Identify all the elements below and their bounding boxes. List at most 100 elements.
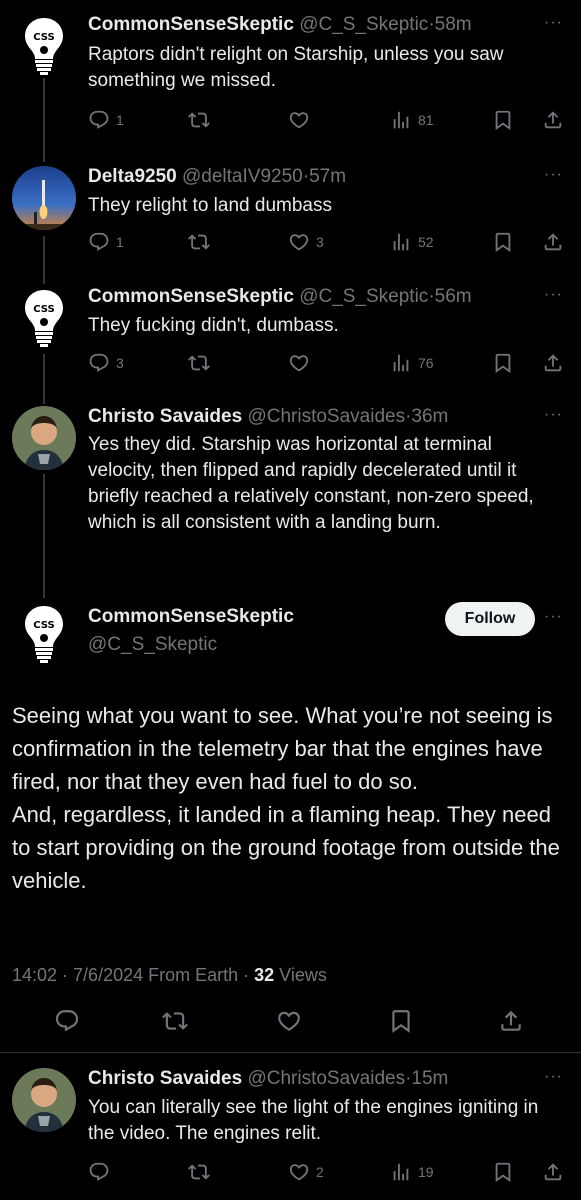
like-icon [288,231,310,253]
author-name[interactable]: CommonSenseSkeptic [88,604,294,630]
bookmark-button[interactable] [492,351,514,375]
reply-button[interactable]: 3 [88,351,124,375]
bookmark-button[interactable] [492,108,514,132]
bookmark-icon [492,352,514,374]
timestamp[interactable]: 15m [411,1068,448,1089]
tweet-header: Christo Savaides @ChristoSavaides·36m [88,404,448,430]
views-icon [390,352,412,374]
author-handle[interactable]: @C_S_Skeptic [299,14,428,35]
author-name[interactable]: CommonSenseSkeptic [88,286,294,307]
tweet-text: They relight to land dumbass [88,195,332,216]
bookmark-icon [492,1161,514,1183]
author-handle[interactable]: @deltaIV9250 [182,166,303,187]
tweet-text: You can literally see the light of the e… [88,1097,539,1144]
author-name[interactable]: Delta9250 [88,166,177,187]
more-options-icon[interactable]: ··· [544,166,563,184]
views-count: 52 [418,234,434,250]
like-button[interactable]: 2 [288,1160,324,1184]
reply-button[interactable] [54,1009,80,1033]
tweet-actions: 1 3 52 [88,230,568,254]
views-button[interactable]: 19 [390,1160,434,1184]
tweet-meta: 14:02 · 7/6/2024 From Earth · 32 Views [12,965,327,986]
like-icon [276,1008,302,1034]
tweet[interactable]: CommonSenseSkeptic @C_S_Skeptic·56m ··· … [0,284,581,384]
tweet-actions: 2 19 [88,1160,568,1184]
reply-button[interactable] [88,1160,116,1184]
share-icon [542,352,564,374]
retweet-button[interactable] [188,1160,210,1184]
like-button[interactable] [288,108,316,132]
avatar[interactable] [12,1068,76,1132]
reply-button[interactable]: 1 [88,108,124,132]
views-count: 76 [418,355,434,371]
tweet-text: They fucking didn't, dumbass. [88,315,339,336]
author-handle[interactable]: @ChristoSavaides [247,406,405,427]
share-button[interactable] [542,351,564,375]
like-button[interactable]: 3 [288,230,324,254]
views-count: 19 [418,1164,434,1180]
timestamp[interactable]: 56m [435,286,472,307]
avatar[interactable] [12,166,76,230]
views-button[interactable]: 81 [390,108,434,132]
retweet-button[interactable] [188,108,210,132]
views-button[interactable]: 76 [390,351,434,375]
tweet-text: Yes they did. Starship was horizontal at… [88,434,534,533]
avatar[interactable] [12,406,76,470]
views-count: 32 [254,965,275,985]
more-options-icon[interactable]: ··· [544,286,563,304]
tweet[interactable]: Christo Savaides @ChristoSavaides·15m ··… [0,1066,581,1200]
bookmark-button[interactable] [492,230,514,254]
reply-icon [54,1008,80,1034]
more-options-icon[interactable]: ··· [544,608,563,626]
reply-button[interactable]: 1 [88,230,124,254]
like-icon [288,109,310,131]
share-button[interactable] [498,1009,524,1033]
timestamp[interactable]: 58m [435,14,472,35]
tweet-header: Christo Savaides @ChristoSavaides·15m [88,1066,448,1092]
reply-count: 1 [116,234,124,250]
author-handle[interactable]: @C_S_Skeptic [88,632,217,658]
views-button[interactable]: 52 [390,230,434,254]
bookmark-icon [492,109,514,131]
tweet[interactable]: Delta9250 @deltaIV9250·57m ··· They reli… [0,164,581,264]
bookmark-button[interactable] [492,1160,514,1184]
like-button[interactable] [276,1009,302,1033]
tweet-text: Seeing what you want to see. What you’re… [12,699,572,897]
share-icon [542,109,564,131]
like-button[interactable] [288,351,316,375]
share-button[interactable] [542,1160,564,1184]
tweet[interactable]: Christo Savaides @ChristoSavaides·36m ··… [0,404,581,584]
author-name[interactable]: CommonSenseSkeptic [88,14,294,35]
views-icon [390,1161,412,1183]
share-button[interactable] [542,230,564,254]
author-name[interactable]: Christo Savaides [88,406,242,427]
retweet-button[interactable] [188,351,210,375]
avatar[interactable] [12,284,76,348]
author-handle[interactable]: @ChristoSavaides [247,1068,405,1089]
author-handle[interactable]: @C_S_Skeptic [299,286,428,307]
avatar[interactable] [12,12,76,76]
timestamp[interactable]: 36m [411,406,448,427]
views-label: Views [274,965,327,985]
more-options-icon[interactable]: ··· [544,14,563,32]
author-name[interactable]: Christo Savaides [88,1068,242,1089]
reply-icon [88,231,110,253]
retweet-button[interactable] [188,230,210,254]
follow-button[interactable]: Follow [445,602,535,636]
tweet-header: CommonSenseSkeptic @C_S_Skeptic·56m [88,284,472,310]
tweet-text: Raptors didn't relight on Starship, unle… [88,44,504,91]
reply-icon [88,109,110,131]
timestamp[interactable]: 57m [309,166,346,187]
tweet-header: CommonSenseSkeptic @C_S_Skeptic·58m [88,12,472,38]
reply-count: 3 [116,355,124,371]
tweet[interactable]: CommonSenseSkeptic @C_S_Skeptic·58m ··· … [0,12,581,142]
avatar[interactable] [12,600,76,664]
post-timestamp[interactable]: 14:02 · 7/6/2024 From Earth · [12,965,254,985]
share-button[interactable] [542,108,564,132]
share-icon [498,1008,524,1034]
more-options-icon[interactable]: ··· [544,406,563,424]
retweet-button[interactable] [162,1009,188,1033]
more-options-icon[interactable]: ··· [544,1068,563,1086]
bookmark-button[interactable] [388,1009,414,1033]
tweet-actions [0,1009,581,1039]
